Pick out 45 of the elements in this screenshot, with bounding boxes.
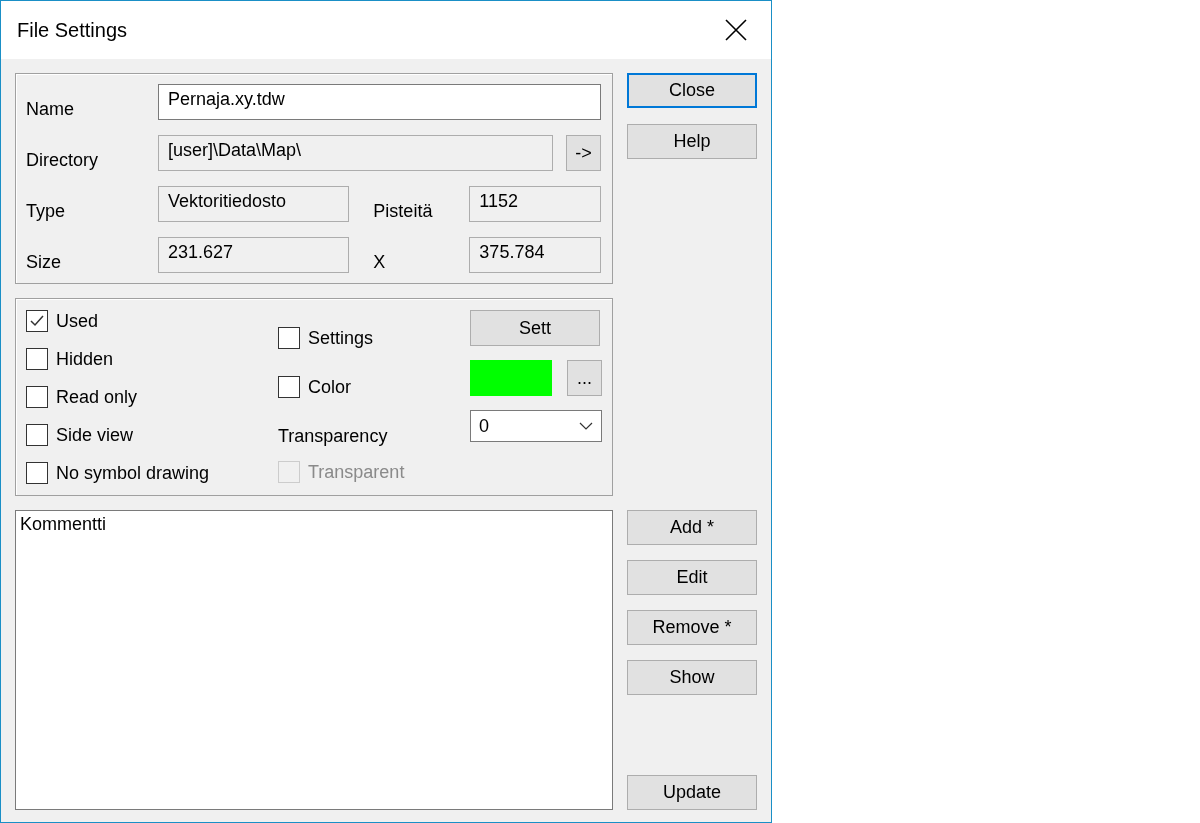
checkbox[interactable] bbox=[278, 327, 300, 349]
transparency-dropdown[interactable]: 0 bbox=[470, 410, 602, 442]
checkbox-label: Transparent bbox=[308, 461, 405, 483]
browse-button[interactable]: -> bbox=[566, 135, 601, 171]
checkbox[interactable] bbox=[26, 386, 48, 408]
checkbox[interactable] bbox=[26, 424, 48, 446]
size-field: 231.627 bbox=[158, 237, 350, 273]
field-label: Directory bbox=[26, 149, 99, 171]
color-swatch[interactable] bbox=[470, 360, 552, 396]
transparency-label: Transparency bbox=[278, 424, 389, 448]
field-label: Pisteitä bbox=[373, 200, 434, 222]
points-field: 1152 bbox=[469, 186, 601, 222]
field-label: X bbox=[373, 251, 387, 273]
chevron-down-icon[interactable] bbox=[579, 422, 593, 430]
checkbox[interactable] bbox=[26, 310, 48, 332]
dialog-button[interactable]: Edit bbox=[627, 560, 757, 595]
name-field[interactable]: Pernaja.xy.tdw bbox=[158, 84, 601, 120]
window-title: File Settings bbox=[17, 18, 128, 42]
checkbox-label: Read only bbox=[56, 386, 138, 408]
checkbox-label: Used bbox=[56, 310, 99, 332]
dialog-button[interactable]: Help bbox=[627, 124, 757, 159]
sett-button[interactable]: Sett bbox=[470, 310, 600, 346]
checkbox-label: No symbol drawing bbox=[56, 462, 210, 484]
dialog-button[interactable]: Close bbox=[627, 73, 757, 108]
color-picker-button[interactable]: ... bbox=[567, 360, 602, 396]
dialog-button[interactable]: Add * bbox=[627, 510, 757, 545]
comment-field[interactable]: Kommentti bbox=[15, 510, 613, 810]
checkbox[interactable] bbox=[26, 348, 48, 370]
type-field: Vektoritiedosto bbox=[158, 186, 350, 222]
field-label: Size bbox=[26, 251, 62, 273]
dialog-button[interactable]: Show bbox=[627, 660, 757, 695]
check-icon bbox=[29, 314, 45, 328]
checkbox-label: Hidden bbox=[56, 348, 114, 370]
field-label: Type bbox=[26, 200, 67, 222]
checkbox-label: Color bbox=[308, 376, 351, 398]
directory-field: [user]\Data\Map\ bbox=[158, 135, 554, 171]
checkbox[interactable] bbox=[26, 462, 48, 484]
update-button[interactable]: Update bbox=[627, 775, 757, 810]
checkbox-label: Side view bbox=[56, 424, 134, 446]
x-field: 375.784 bbox=[469, 237, 601, 273]
close-icon[interactable] bbox=[725, 19, 747, 41]
checkbox-label: Settings bbox=[308, 327, 374, 349]
field-label: Name bbox=[26, 98, 75, 120]
checkbox[interactable] bbox=[278, 376, 300, 398]
dialog-button[interactable]: Remove * bbox=[627, 610, 757, 645]
